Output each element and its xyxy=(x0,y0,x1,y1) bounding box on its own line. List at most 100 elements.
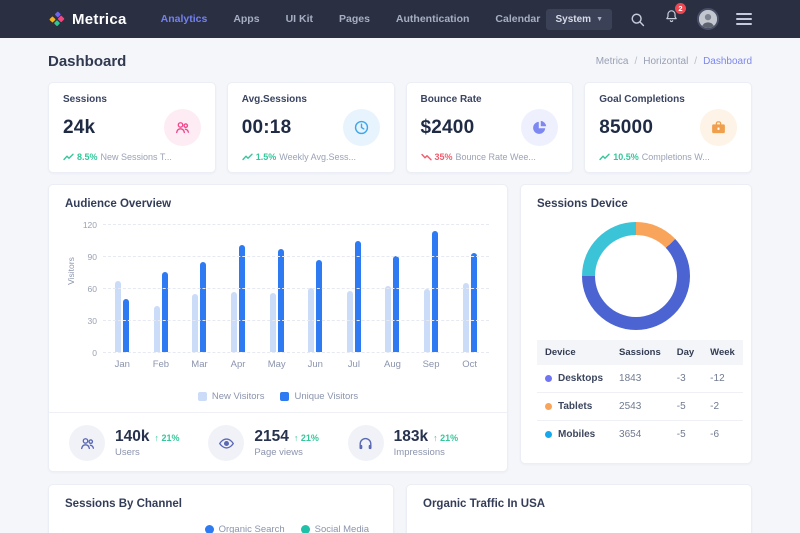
y-tick-label: 90 xyxy=(67,252,97,262)
stat-card-bounce-rate: Bounce Rate$240035% Bounce Rate Wee... xyxy=(406,82,574,173)
stat-card-value: 24k xyxy=(63,117,95,139)
bar-unique-visitors xyxy=(355,241,361,352)
nav-item-analytics[interactable]: Analytics xyxy=(161,13,208,25)
y-tick-label: 120 xyxy=(67,220,97,230)
legend-item-unique-visitors[interactable]: Unique Visitors xyxy=(280,391,358,402)
legend-label: New Visitors xyxy=(212,391,265,402)
trend-percentage: 8.5% xyxy=(77,152,98,162)
device-week: -12 xyxy=(702,365,743,393)
device-label: Desktops xyxy=(558,373,603,384)
stat-card-goal-completions: Goal Completions8500010.5% Completions W… xyxy=(584,82,752,173)
topbar-nav: Analytics Apps UI Kit Pages Authentication Ca… xyxy=(161,13,541,25)
donut-hole xyxy=(595,235,677,317)
x-tick-label: Aug xyxy=(384,359,401,370)
bar-new-visitors xyxy=(231,292,237,352)
trend-description: Weekly Avg.Sess... xyxy=(279,152,356,162)
summary-stat-trend: ↑ 21% xyxy=(154,433,179,443)
summary-stat-value: 2154 xyxy=(254,428,288,446)
device-dot xyxy=(545,375,552,382)
nav-item-apps[interactable]: Apps xyxy=(233,13,259,25)
brand-name: Metrica xyxy=(72,11,127,28)
brand-logo[interactable]: Metrica xyxy=(48,10,127,28)
stat-card-title: Bounce Rate xyxy=(421,94,559,105)
page-title: Dashboard xyxy=(48,53,126,70)
device-label: Mobiles xyxy=(558,429,595,440)
stat-card-value: $2400 xyxy=(421,117,475,139)
topbar: Metrica Analytics Apps UI Kit Pages Authenti… xyxy=(0,0,800,38)
briefcase-icon xyxy=(710,119,727,136)
stat-card-title: Avg.Sessions xyxy=(242,94,380,105)
chevron-down-icon: ▼ xyxy=(596,16,603,23)
legend-label: Unique Visitors xyxy=(294,391,358,402)
notifications-button[interactable]: 2 xyxy=(663,8,680,30)
device-table-row-tablets: Tablets 2543-5-2 xyxy=(537,393,743,421)
device-table-header-row: DeviceSassionsDayWeek xyxy=(537,340,743,365)
legend-dot xyxy=(205,525,214,533)
summary-stat-trend: ↑ 21% xyxy=(294,433,319,443)
search-icon[interactable] xyxy=(629,11,646,28)
page-header: Dashboard Metrica/Horizontal/Dashboard xyxy=(0,38,800,82)
grid-line xyxy=(103,352,489,353)
device-name: Desktops xyxy=(545,373,603,384)
sessions-device-donut-chart[interactable] xyxy=(582,222,690,330)
channel-legend-organic-search[interactable]: Organic Search xyxy=(205,524,285,533)
legend-item-new-visitors[interactable]: New Visitors xyxy=(198,391,265,402)
summary-stat-impressions: 183k↑ 21%Impressions xyxy=(348,425,487,461)
x-tick-label: May xyxy=(268,359,286,370)
device-week: -2 xyxy=(702,393,743,421)
bar-new-visitors xyxy=(115,281,121,352)
sessions-by-channel-card: Sessions By Channel Organic SearchSocial… xyxy=(48,484,394,533)
device-sessions: 2543 xyxy=(611,393,669,421)
x-tick-label: Sep xyxy=(423,359,440,370)
trend-down-icon xyxy=(421,153,432,161)
x-tick-label: Mar xyxy=(191,359,207,370)
bar-unique-visitors xyxy=(432,231,438,352)
x-tick-label: Oct xyxy=(462,359,477,370)
stat-card-trend-text: 10.5% Completions W... xyxy=(599,152,737,162)
user-avatar[interactable] xyxy=(697,8,719,30)
breadcrumb-separator: / xyxy=(634,56,637,67)
notification-badge: 2 xyxy=(675,3,686,14)
system-dropdown[interactable]: System ▼ xyxy=(546,9,612,30)
audience-summary-stats: 140k↑ 21%Users2154↑ 21%Page views183k↑ 2… xyxy=(65,413,491,461)
trend-description: Completions W... xyxy=(642,152,710,162)
trend-percentage: 1.5% xyxy=(256,152,277,162)
sessions-device-card: Sessions Device DeviceSassionsDayWeek De… xyxy=(520,184,752,464)
nav-item-authentication[interactable]: Authentication xyxy=(396,13,470,25)
stat-cards-row: Sessions24k8.5% New Sessions T...Avg.Ses… xyxy=(0,82,800,173)
grid-line xyxy=(103,224,489,225)
grid-line xyxy=(103,320,489,321)
breadcrumb-item-metrica[interactable]: Metrica xyxy=(596,56,629,67)
grid-line xyxy=(103,256,489,257)
nav-item-calendar[interactable]: Calendar xyxy=(495,13,540,25)
device-name: Tablets xyxy=(545,401,603,412)
legend-swatch xyxy=(198,392,207,401)
bar-new-visitors xyxy=(463,283,469,352)
device-day: -5 xyxy=(669,393,702,421)
menu-toggle-icon[interactable] xyxy=(736,13,752,25)
trend-up-icon xyxy=(242,153,253,161)
organic-traffic-card: Organic Traffic In USA + xyxy=(406,484,752,533)
headphones-icon xyxy=(357,435,374,452)
bar-new-visitors xyxy=(347,291,353,352)
nav-item-pages[interactable]: Pages xyxy=(339,13,370,25)
legend-label: Organic Search xyxy=(219,524,285,533)
y-tick-label: 0 xyxy=(67,348,97,358)
summary-stat-trend: ↑ 21% xyxy=(433,433,458,443)
device-sessions: 1843 xyxy=(611,365,669,393)
summary-stat-label: Impressions xyxy=(394,447,459,458)
device-day: -5 xyxy=(669,421,702,449)
bar-new-visitors xyxy=(192,294,198,352)
device-table-header-day: Day xyxy=(669,340,702,365)
nav-item-ui-kit[interactable]: UI Kit xyxy=(286,13,313,25)
stat-card-value: 85000 xyxy=(599,117,653,139)
summary-stat-value: 140k xyxy=(115,428,149,446)
channel-legend-social-media[interactable]: Social Media xyxy=(301,524,369,533)
users-group-icon xyxy=(79,435,96,452)
audience-overview-card: Audience Overview Visitors JanFebMarAprM… xyxy=(48,184,508,472)
breadcrumb-item-horizontal[interactable]: Horizontal xyxy=(643,56,688,67)
clock-icon xyxy=(353,119,370,136)
device-table: DeviceSassionsDayWeek Desktops1843-3-12T… xyxy=(537,340,743,448)
stat-card-trend-text: 1.5% Weekly Avg.Sess... xyxy=(242,152,380,162)
x-tick-label: Jun xyxy=(308,359,323,370)
